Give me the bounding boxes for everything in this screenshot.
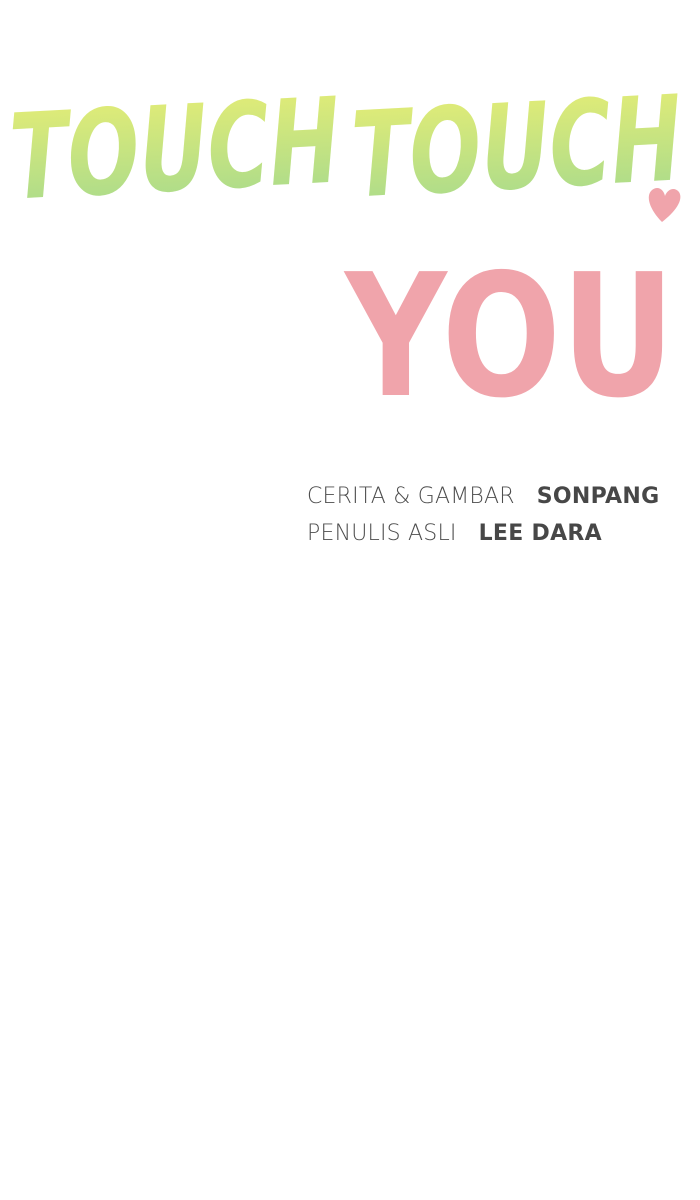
credit-role-label: PENULIS ASLI [307, 521, 457, 546]
credit-row-original-writer: PENULIS ASLI LEE DARA [307, 521, 692, 558]
title-logo: TOUCH TOUCH YOU [7, 69, 686, 436]
credit-role-label: CERITA & GAMBAR [307, 484, 515, 509]
credits-block: CERITA & GAMBAR SONPANG PENULIS ASLI LEE… [307, 484, 692, 558]
title-word-touch-1: TOUCH [7, 71, 344, 226]
title-word-touch-2: TOUCH [348, 69, 685, 224]
credit-row-story-art: CERITA & GAMBAR SONPANG [307, 484, 692, 521]
credit-name: SONPANG [536, 484, 660, 509]
credit-name: LEE DARA [478, 521, 602, 546]
title-word-you: YOU [343, 238, 675, 436]
